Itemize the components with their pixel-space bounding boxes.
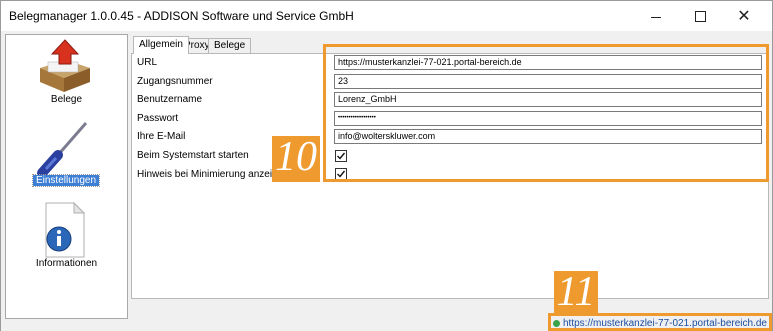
zugangsnummer-label: Zugangsnummer (137, 76, 213, 87)
maximize-icon (694, 10, 706, 22)
sidebar-item-label: Informationen (35, 258, 98, 269)
callout-badge-11: 11 (554, 271, 598, 315)
sidebar-item-informationen[interactable]: Informationen (6, 195, 127, 275)
callout-badge-10: 10 (272, 136, 320, 182)
sidebar-item-belege[interactable]: Belege (6, 35, 127, 115)
document-upload-icon (36, 38, 94, 96)
maximize-button[interactable] (678, 1, 722, 31)
status-url-link[interactable]: https://musterkanzlei-77-021.portal-bere… (563, 318, 767, 329)
sidebar-item-einstellungen[interactable]: Einstellungen (6, 115, 127, 191)
tab-allgemein[interactable]: Allgemein (133, 36, 189, 54)
connection-status-icon (553, 320, 560, 327)
close-icon: ✕ (737, 8, 751, 25)
minimize-button[interactable] (634, 1, 678, 31)
minimierung-label: Hinweis bei Minimierung anzeigen (137, 169, 289, 180)
sidebar: Belege Einstellungen Informationen (5, 34, 128, 319)
minimize-icon (651, 16, 661, 18)
passwort-label: Passwort (137, 113, 179, 124)
title-bar: Belegmanager 1.0.0.45 - ADDISON Software… (1, 1, 772, 31)
screwdriver-icon (36, 119, 94, 178)
window-title: Belegmanager 1.0.0.45 - ADDISON Software… (9, 9, 354, 23)
info-icon (36, 201, 94, 259)
systemstart-label: Beim Systemstart starten (137, 150, 249, 161)
url-label: URL (137, 57, 158, 68)
close-button[interactable]: ✕ (722, 1, 766, 31)
sidebar-item-label: Einstellungen (32, 174, 100, 187)
callout-box-10 (323, 44, 769, 182)
email-label: Ihre E-Mail (137, 131, 186, 142)
benutzername-label: Benutzername (137, 94, 203, 105)
tab-belege[interactable]: Belege (208, 38, 252, 53)
sidebar-item-label: Belege (50, 94, 83, 105)
